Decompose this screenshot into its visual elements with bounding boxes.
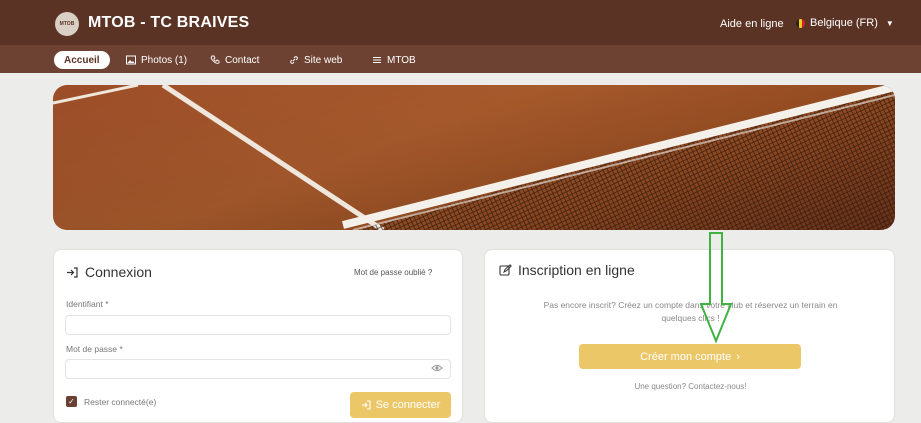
login-icon [67, 266, 78, 278]
language-selector[interactable]: Belgique (FR) ▼ [796, 17, 894, 29]
hero-court-image [53, 85, 895, 230]
edit-icon [499, 263, 512, 276]
nav-tab-mtob[interactable]: MTOB [372, 51, 416, 69]
registration-title: Inscription en ligne [499, 262, 635, 278]
nav-tab-contact[interactable]: Contact [210, 51, 259, 69]
nav-label: Photos (1) [141, 54, 188, 66]
login-button-label: Se connecter [375, 399, 441, 411]
nav-tab-accueil[interactable]: Accueil [54, 51, 110, 69]
password-label: Mot de passe * [66, 344, 123, 354]
login-title: Connexion [66, 264, 152, 280]
login-card: Connexion Mot de passe oublié ? Identifi… [53, 249, 463, 423]
nav-label: Contact [225, 54, 260, 66]
chevron-right-icon: › [736, 350, 740, 363]
registration-title-text: Inscription en ligne [518, 262, 635, 278]
image-icon [126, 55, 136, 65]
registration-text: Pas encore inscrit? Créez un compte dans… [495, 299, 886, 325]
court-illustration [53, 85, 895, 230]
nav-label: Accueil [64, 54, 100, 66]
registration-text-line2: quelques clics ! [661, 313, 720, 323]
create-account-label: Créer mon compte [640, 350, 732, 363]
belgium-flag-icon [796, 18, 805, 28]
top-bar: MTOB MTOB - TC BRAIVES Aide en ligne Bel… [0, 0, 921, 45]
nav-label: Site web [304, 54, 343, 66]
caret-down-icon: ▼ [885, 18, 894, 28]
eye-icon[interactable] [431, 363, 443, 373]
remember-label: Rester connecté(e) [84, 397, 157, 407]
phone-icon [210, 55, 220, 64]
menu-icon [373, 57, 381, 63]
club-logo[interactable]: MTOB [55, 12, 79, 36]
nav-label: MTOB [387, 54, 416, 66]
contact-us-link[interactable]: Une question? Contactez-nous! [485, 382, 896, 391]
create-account-button[interactable]: Créer mon compte › [579, 344, 801, 369]
club-title[interactable]: MTOB - TC BRAIVES [88, 14, 249, 32]
green-down-arrow-icon [700, 232, 733, 344]
nav-tab-photos[interactable]: Photos (1) [126, 51, 187, 69]
identifier-label: Identifiant * [66, 299, 109, 309]
password-input[interactable] [65, 359, 451, 379]
logo-text: MTOB [59, 21, 75, 27]
nav-bar: Accueil Photos (1) Contact Site web MTOB [0, 45, 921, 73]
identifier-input[interactable] [65, 315, 451, 335]
language-label: Belgique (FR) [810, 17, 878, 29]
login-title-text: Connexion [85, 264, 152, 280]
remember-checkbox[interactable]: ✓ [66, 396, 77, 407]
registration-card: Inscription en ligne Pas encore inscrit?… [484, 249, 895, 423]
login-button[interactable]: Se connecter [350, 392, 451, 418]
nav-tab-site-web[interactable]: Site web [289, 51, 342, 69]
link-icon [290, 56, 298, 64]
registration-text-line1: Pas encore inscrit? Créez un compte dans… [543, 300, 838, 310]
login-icon [361, 400, 371, 410]
help-link[interactable]: Aide en ligne [720, 18, 784, 30]
forgot-password-link[interactable]: Mot de passe oublié ? [354, 268, 432, 277]
